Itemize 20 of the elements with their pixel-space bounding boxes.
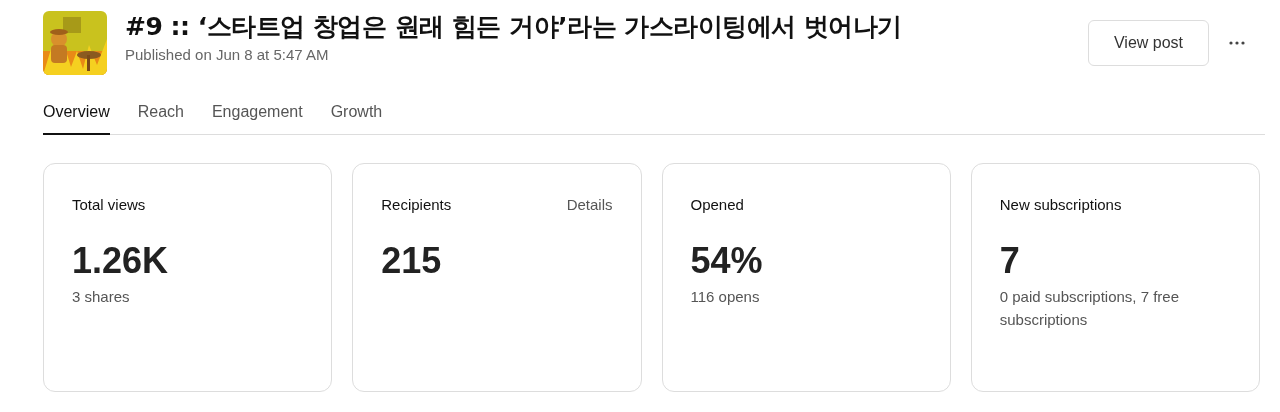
tab[interactable]: Growth xyxy=(330,100,383,135)
details-link[interactable]: Details xyxy=(566,194,613,217)
view-post-button[interactable]: View post xyxy=(1088,20,1209,66)
card-title: New subscriptions xyxy=(999,195,1122,215)
card-title: Recipients xyxy=(381,195,452,215)
stat-value: 215 xyxy=(381,238,443,283)
stat-detail: 3 shares xyxy=(72,286,131,307)
stat-detail: 116 opens xyxy=(690,286,761,307)
card-title: Total views xyxy=(72,195,146,215)
tab[interactable]: Engagement xyxy=(211,100,303,135)
publish-date: Published on Jun 8 at 5:47 AM xyxy=(125,45,330,65)
tab[interactable]: Reach xyxy=(137,100,184,135)
more-icon[interactable] xyxy=(1229,41,1245,45)
tab[interactable]: Overview xyxy=(43,100,110,135)
stat-value: 54% xyxy=(690,238,764,283)
stat-detail: 0 paid subscriptions, 7 free subscriptions xyxy=(999,286,1181,330)
stat-value: 1.26K xyxy=(72,238,170,283)
card-title: Opened xyxy=(690,195,744,215)
post-title: #9 :: ‘스타트업 창업은 원래 힘든 거야’라는 가스라이팅에서 벗어나기 xyxy=(125,11,902,43)
stat-value: 7 xyxy=(999,238,1021,283)
